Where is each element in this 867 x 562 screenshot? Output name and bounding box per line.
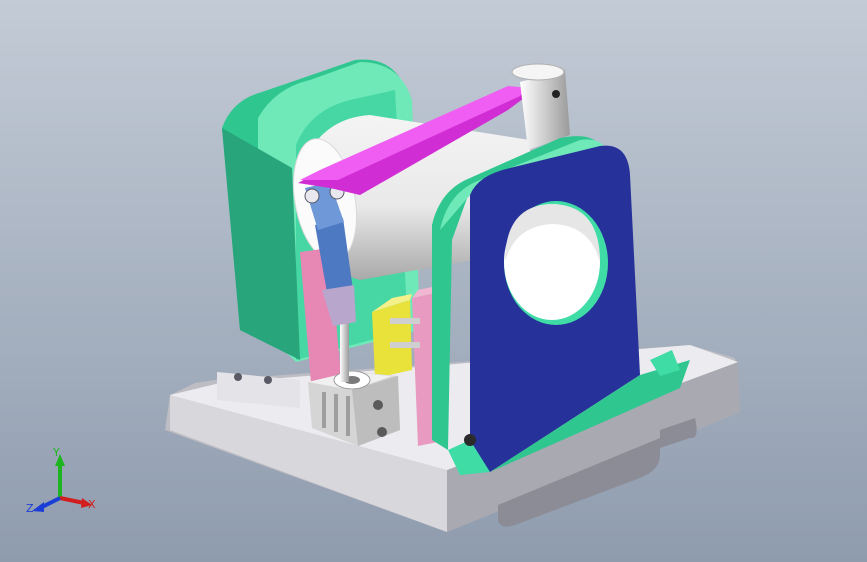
z-axis-arrow-head — [32, 502, 44, 512]
graphics-viewport[interactable]: Y X Z — [0, 0, 867, 562]
port-hole-icon — [377, 427, 387, 437]
bolt-hole-icon — [264, 376, 272, 384]
bolt-hole-icon — [234, 373, 242, 381]
z-axis-label: Z — [26, 502, 34, 515]
x-axis-label: X — [88, 498, 96, 511]
pivot-rod[interactable] — [511, 63, 570, 150]
pin-hole-icon — [552, 90, 560, 98]
port-hole-icon — [373, 400, 383, 410]
cad-model-scene[interactable] — [0, 0, 867, 562]
screw-head-icon — [464, 434, 476, 446]
x-axis-arrow — [59, 496, 85, 505]
y-axis-label: Y — [52, 446, 60, 459]
reference-triad[interactable]: Y X Z — [22, 440, 102, 520]
